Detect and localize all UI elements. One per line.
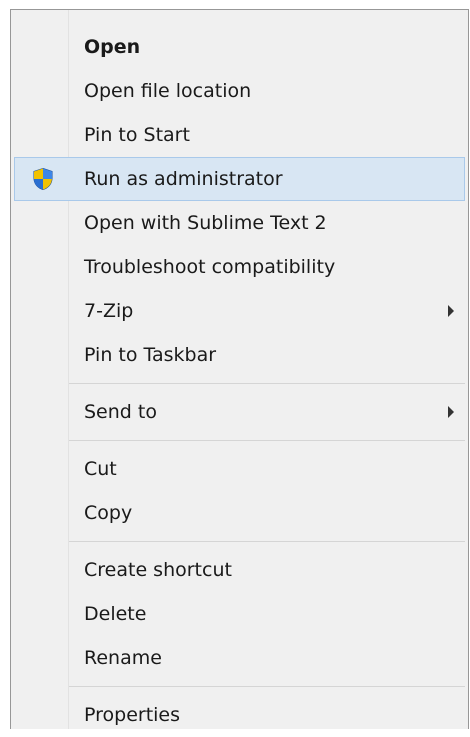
menu-item-label: Copy: [84, 502, 133, 524]
menu-item-run-as-administrator[interactable]: Run as administrator: [14, 157, 465, 201]
menu-item-label: Create shortcut: [84, 559, 232, 581]
menu-item-label: Delete: [84, 603, 147, 625]
menu-separator: [11, 535, 468, 548]
menu-item-troubleshoot-compatibility[interactable]: Troubleshoot compatibility: [14, 245, 465, 289]
menu-separator: [11, 680, 468, 693]
menu-separator: [11, 377, 468, 390]
context-menu: Open Open file location Pin to Start Run…: [10, 9, 469, 729]
menu-item-open-with-sublime-text-2[interactable]: Open with Sublime Text 2: [14, 201, 465, 245]
menu-item-label: Open file location: [84, 80, 252, 102]
menu-item-label: Open: [84, 36, 141, 58]
menu-item-label: Send to: [84, 401, 157, 423]
submenu-arrow-icon: [448, 305, 454, 317]
menu-item-delete[interactable]: Delete: [14, 592, 465, 636]
context-menu-list: Open Open file location Pin to Start Run…: [11, 25, 468, 737]
menu-item-pin-to-taskbar[interactable]: Pin to Taskbar: [14, 333, 465, 377]
menu-item-create-shortcut[interactable]: Create shortcut: [14, 548, 465, 592]
menu-item-label: Open with Sublime Text 2: [84, 212, 327, 234]
menu-item-open[interactable]: Open: [14, 25, 465, 69]
menu-item-pin-to-start[interactable]: Pin to Start: [14, 113, 465, 157]
menu-item-7-zip[interactable]: 7-Zip: [14, 289, 465, 333]
menu-item-rename[interactable]: Rename: [14, 636, 465, 680]
menu-item-label: Pin to Taskbar: [84, 344, 217, 366]
menu-item-copy[interactable]: Copy: [14, 491, 465, 535]
menu-item-cut[interactable]: Cut: [14, 447, 465, 491]
uac-shield-icon: [21, 158, 65, 200]
menu-item-label: Troubleshoot compatibility: [84, 256, 336, 278]
menu-separator: [11, 434, 468, 447]
menu-item-label: 7-Zip: [84, 300, 134, 322]
menu-item-label: Properties: [84, 704, 181, 726]
menu-item-label: Run as administrator: [84, 168, 283, 190]
submenu-arrow-icon: [448, 406, 454, 418]
menu-item-properties[interactable]: Properties: [14, 693, 465, 737]
menu-item-open-file-location[interactable]: Open file location: [14, 69, 465, 113]
menu-item-label: Pin to Start: [84, 124, 190, 146]
menu-item-send-to[interactable]: Send to: [14, 390, 465, 434]
menu-item-label: Rename: [84, 647, 162, 669]
menu-item-label: Cut: [84, 458, 117, 480]
